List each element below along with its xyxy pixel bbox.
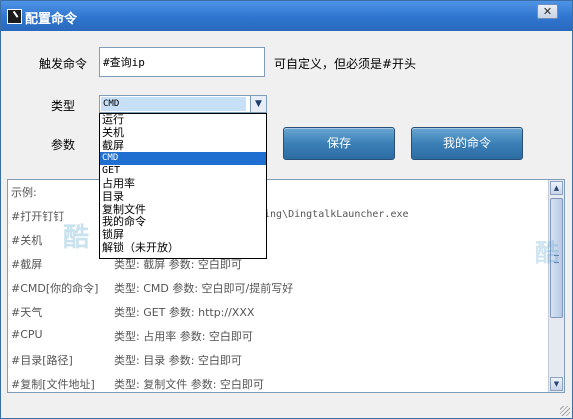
option-run[interactable]: 运行 — [100, 113, 266, 127]
example-cmd: #CPU — [11, 328, 43, 341]
trigger-hint: 可自定义，但必须是#开头 — [274, 57, 417, 71]
window-title: 配置命令 — [25, 12, 78, 27]
grip-icon — [554, 255, 559, 263]
trigger-label: 触发命令 — [39, 57, 88, 71]
example-cmd: #目录[路径] — [11, 354, 73, 367]
option-unlock[interactable]: 解锁（未开放） — [100, 241, 266, 255]
example-desc: 类型: CMD 参数: 空白即可/提前写好 — [114, 282, 294, 295]
example-textarea[interactable]: 示例: #打开钉钉 Ding\DingtalkLauncher.exe #关机 … — [7, 179, 565, 393]
trigger-command-input[interactable]: #查询ip — [99, 47, 265, 77]
resize-grip-icon[interactable] — [560, 406, 570, 416]
type-select-value: CMD — [101, 97, 246, 111]
scrollbar-thumb[interactable] — [550, 198, 563, 318]
example-desc: 类型: 目录 参数: 空白即可 — [114, 354, 242, 367]
chevron-down-icon[interactable]: ▼ — [250, 96, 266, 112]
type-dropdown-list[interactable]: 运行 关机 截屏 CMD GET 占用率 目录 复制文件 我的命令 锁屏 解锁（… — [99, 113, 267, 259]
save-button[interactable]: 保存 — [283, 127, 395, 160]
vertical-scrollbar[interactable]: ▲ ▼ — [548, 180, 564, 392]
option-directory[interactable]: 目录 — [100, 190, 266, 204]
type-label: 类型 — [51, 99, 76, 113]
example-cmd: #关机 — [11, 234, 43, 247]
app-icon — [7, 9, 22, 24]
param-label: 参数 — [51, 138, 76, 152]
title-bar[interactable]: 配置命令 ✕ — [1, 1, 572, 31]
option-shutdown[interactable]: 关机 — [100, 126, 266, 140]
example-desc: 类型: 占用率 参数: 空白即可 — [114, 330, 253, 343]
example-desc: 类型: GET 参数: http://XXX — [114, 306, 255, 319]
config-command-window: 配置命令 ✕ 触发命令 #查询ip 可自定义，但必须是#开头 类型 CMD ▼ … — [0, 0, 573, 419]
type-select[interactable]: CMD ▼ — [99, 95, 267, 113]
example-desc: Ding\DingtalkLauncher.exe — [258, 209, 409, 220]
option-screenshot[interactable]: 截屏 — [100, 139, 266, 153]
close-button[interactable]: ✕ — [537, 4, 558, 19]
example-desc: 类型: 复制文件 参数: 空白即可 — [114, 378, 264, 391]
scroll-up-icon[interactable]: ▲ — [550, 181, 563, 195]
example-cmd: #CMD[你的命令] — [11, 282, 99, 295]
scroll-down-icon[interactable]: ▼ — [550, 377, 563, 391]
example-cmd: #天气 — [11, 306, 43, 319]
example-heading: 示例: — [11, 186, 37, 199]
example-cmd: #打开钉钉 — [11, 210, 65, 223]
my-commands-button[interactable]: 我的命令 — [411, 127, 523, 160]
example-cmd: #复制[文件地址] — [11, 378, 95, 391]
option-cmd[interactable]: CMD — [100, 152, 266, 166]
option-usage[interactable]: 占用率 — [100, 177, 266, 191]
option-my-commands[interactable]: 我的命令 — [100, 216, 266, 229]
example-cmd: #截屏 — [11, 258, 43, 271]
